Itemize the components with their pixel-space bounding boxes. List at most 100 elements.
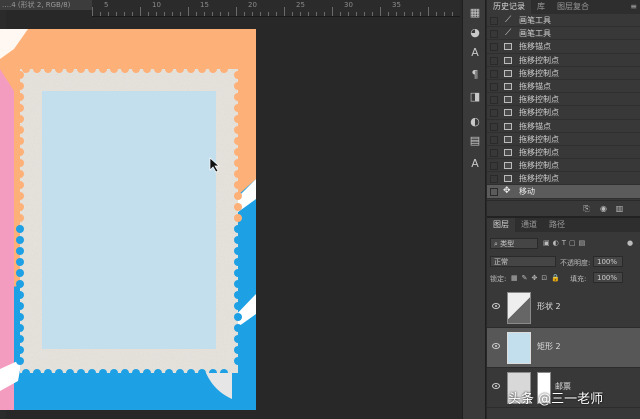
brush-settings-icon[interactable]: ◨ bbox=[467, 88, 483, 104]
history-source-checkbox[interactable] bbox=[490, 17, 498, 25]
layer-row-rectangle[interactable]: 矩形 2 bbox=[487, 328, 640, 368]
opacity-input[interactable]: 100% bbox=[593, 256, 623, 267]
layer-name[interactable]: 矩形 2 bbox=[537, 341, 561, 352]
tab-channels[interactable]: 通道 bbox=[515, 218, 543, 232]
history-source-checkbox[interactable] bbox=[490, 30, 498, 39]
ruler-tick bbox=[228, 12, 229, 16]
document-icon bbox=[504, 122, 512, 130]
history-item-label: 拖移控制点 bbox=[519, 161, 559, 171]
delete-state-icon[interactable]: ▥ bbox=[615, 204, 624, 213]
character-panel-icon[interactable]: A bbox=[467, 44, 483, 60]
history-item-label: 拖移控制点 bbox=[519, 147, 559, 157]
history-source-checkbox[interactable] bbox=[490, 135, 498, 144]
ruler-tick bbox=[244, 12, 245, 16]
visibility-eye-icon[interactable] bbox=[492, 383, 500, 389]
filter-toggle-icon[interactable]: ● bbox=[627, 239, 633, 247]
tab-layer-comps[interactable]: 图层复合 bbox=[551, 0, 595, 14]
history-source-checkbox[interactable] bbox=[490, 69, 498, 78]
history-item-label: 拖移控制点 bbox=[519, 55, 559, 65]
history-source-checkbox[interactable] bbox=[490, 82, 498, 91]
fill-input[interactable]: 100% bbox=[593, 272, 623, 283]
document-icon bbox=[504, 109, 512, 117]
ruler-tick bbox=[172, 12, 173, 16]
history-panel: 历史记录 库 图层复合 ≡ ⟋ 画笔工具 ⟋ 画笔工具 拖移锚点 拖移控制点 拖移控制点 拖移… bbox=[487, 0, 640, 217]
history-source-checkbox[interactable] bbox=[490, 96, 498, 105]
tab-paths[interactable]: 路径 bbox=[543, 218, 571, 232]
ruler-tick bbox=[372, 12, 373, 16]
horizontal-ruler: 5 10 15 20 25 30 35 bbox=[92, 0, 460, 17]
ruler-tick bbox=[188, 7, 189, 16]
brush-icon: ⟋ bbox=[505, 28, 512, 39]
ruler-tick bbox=[364, 12, 365, 16]
tab-layers[interactable]: 图层 bbox=[487, 218, 515, 232]
layer-name[interactable]: 形状 2 bbox=[537, 301, 561, 312]
ruler-tick bbox=[220, 12, 221, 16]
document-icon bbox=[504, 148, 512, 156]
history-item[interactable]: 拖移控制点 bbox=[487, 54, 640, 67]
adjustments-icon[interactable]: ◐ bbox=[467, 113, 483, 129]
canvas-document[interactable] bbox=[0, 29, 256, 410]
lock-icons[interactable]: ▦✎✥⊡🔒 bbox=[511, 274, 564, 282]
color-palette-icon[interactable]: ◕ bbox=[467, 24, 483, 40]
ruler-tick bbox=[316, 12, 317, 16]
history-source-checkbox[interactable] bbox=[490, 175, 498, 184]
ruler-tick bbox=[292, 12, 293, 16]
history-item[interactable]: 拖移控制点 bbox=[487, 106, 640, 120]
history-item[interactable]: ✥ 移动 bbox=[487, 185, 640, 199]
blend-mode-select[interactable]: 正常 bbox=[490, 256, 556, 267]
ruler-tick bbox=[92, 7, 93, 16]
ruler-tick bbox=[276, 12, 277, 16]
history-item[interactable]: 拖移控制点 bbox=[487, 159, 640, 173]
snapshot-from-state-icon[interactable]: ⎘ bbox=[582, 204, 591, 213]
ruler-tick bbox=[212, 12, 213, 16]
camera-icon[interactable]: ◉ bbox=[599, 204, 608, 213]
document-tab[interactable]: ….4 (形状 2, RGB/8) bbox=[0, 0, 92, 10]
properties-icon[interactable]: ▤ bbox=[467, 132, 483, 148]
history-source-checkbox[interactable] bbox=[490, 162, 498, 171]
document-icon bbox=[504, 69, 512, 77]
filter-icons[interactable]: ▣◐T▢▤ bbox=[543, 239, 588, 247]
layer-filter-select[interactable]: ⌕ 类型 bbox=[490, 238, 538, 249]
history-source-checkbox[interactable] bbox=[490, 56, 498, 65]
paragraph-panel-icon[interactable]: ¶ bbox=[467, 66, 483, 82]
history-panel-icon[interactable]: ▦ bbox=[467, 4, 483, 20]
history-source-checkbox[interactable] bbox=[490, 109, 498, 118]
history-source-checkbox[interactable] bbox=[490, 122, 498, 131]
history-item-label: 拖移锚点 bbox=[519, 42, 551, 52]
ruler-number: 5 bbox=[104, 1, 109, 9]
ruler-tick bbox=[148, 12, 149, 16]
layer-row-shape[interactable]: 形状 2 bbox=[487, 288, 640, 328]
ruler-tick bbox=[324, 12, 325, 16]
document-icon bbox=[504, 96, 512, 104]
history-item[interactable]: 拖移控制点 bbox=[487, 93, 640, 107]
ruler-number: 35 bbox=[392, 1, 401, 9]
history-source-checkbox[interactable] bbox=[490, 43, 498, 52]
history-item[interactable]: 拖移控制点 bbox=[487, 133, 640, 146]
history-item[interactable]: 拖移锚点 bbox=[487, 40, 640, 54]
visibility-eye-icon[interactable] bbox=[492, 343, 500, 349]
document-icon bbox=[504, 175, 512, 183]
ruler-number: 30 bbox=[344, 1, 353, 9]
history-item[interactable]: 拖移控制点 bbox=[487, 67, 640, 80]
glyphs-icon[interactable]: A bbox=[467, 155, 483, 171]
ruler-tick bbox=[284, 7, 285, 16]
visibility-eye-icon[interactable] bbox=[492, 303, 500, 309]
history-source-checkbox[interactable] bbox=[490, 188, 498, 197]
tab-library[interactable]: 库 bbox=[531, 0, 551, 14]
ruler-tick bbox=[332, 7, 333, 16]
filter-label: 类型 bbox=[500, 240, 515, 248]
history-source-checkbox[interactable] bbox=[490, 148, 498, 157]
history-item[interactable]: 拖移锚点 bbox=[487, 120, 640, 133]
history-item[interactable]: ⟋ 画笔工具 bbox=[487, 14, 640, 28]
ruler-tick bbox=[380, 7, 381, 16]
history-panel-tabs: 历史记录 库 图层复合 bbox=[487, 0, 640, 14]
tab-history[interactable]: 历史记录 bbox=[487, 0, 531, 14]
history-item[interactable]: ⟋ 画笔工具 bbox=[487, 27, 640, 41]
stamp-inner-rect bbox=[42, 91, 216, 349]
history-item-label: 拖移控制点 bbox=[519, 68, 559, 78]
history-item[interactable]: 拖移控制点 bbox=[487, 172, 640, 186]
ruler-tick bbox=[452, 12, 453, 16]
panel-menu-icon[interactable]: ≡ bbox=[630, 2, 637, 11]
history-item[interactable]: 拖移锚点 bbox=[487, 80, 640, 94]
history-item[interactable]: 拖移控制点 bbox=[487, 146, 640, 160]
